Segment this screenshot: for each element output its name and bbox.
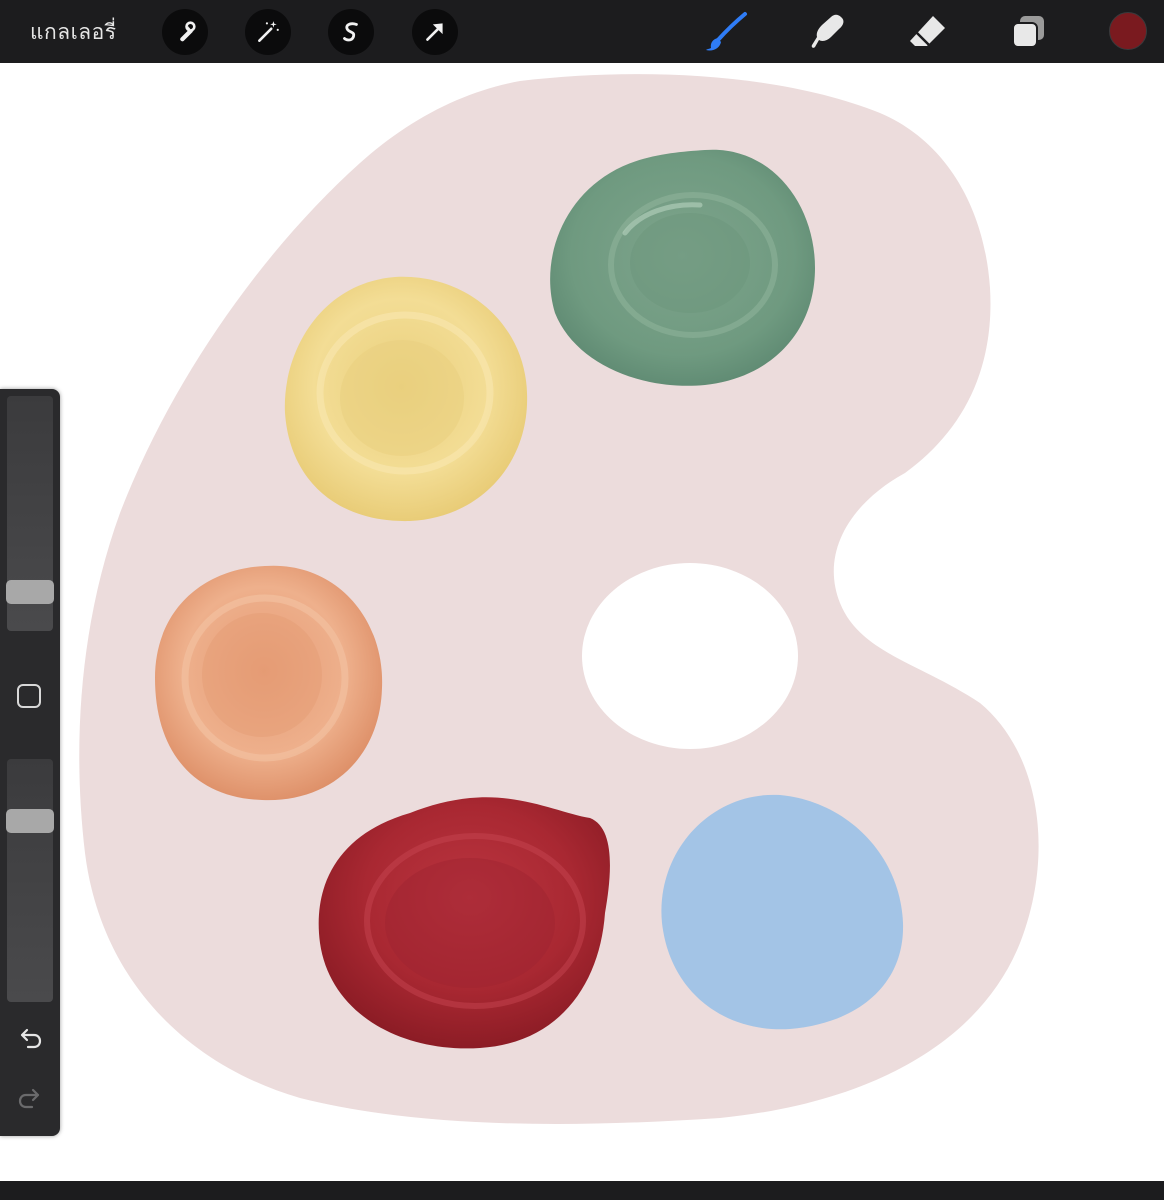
opacity-slider[interactable] — [6, 759, 54, 1002]
layers-button[interactable] — [1004, 8, 1052, 56]
bottom-strip — [0, 1181, 1164, 1200]
layers-icon — [1012, 16, 1044, 48]
brush-size-slider[interactable] — [6, 396, 54, 631]
undo-icon — [20, 1028, 42, 1049]
opacity-thumb[interactable] — [6, 809, 54, 833]
brush-icon — [706, 12, 747, 51]
palette-artwork — [79, 74, 1039, 1124]
top-toolbar: แกลเลอรี่ — [0, 0, 1164, 64]
magic-wand-icon — [258, 21, 279, 42]
transform-arrow-icon — [426, 23, 443, 41]
undo-button[interactable] — [14, 1023, 46, 1055]
color-picker-button[interactable] — [1109, 12, 1147, 50]
modify-square-icon[interactable] — [17, 684, 41, 708]
eraser-icon — [910, 16, 945, 46]
actions-button[interactable] — [162, 9, 208, 55]
orange-paint-blob — [155, 565, 383, 801]
smudge-icon — [811, 14, 844, 48]
smudge-button[interactable] — [804, 8, 852, 56]
adjustments-button[interactable] — [245, 9, 291, 55]
yellow-paint-blob — [284, 276, 528, 522]
selection-button[interactable] — [328, 9, 374, 55]
brush-button[interactable] — [703, 8, 751, 56]
transform-button[interactable] — [412, 9, 458, 55]
eraser-button[interactable] — [904, 8, 952, 56]
palette-thumb-hole — [582, 563, 798, 749]
drawing-canvas[interactable] — [0, 63, 1164, 1181]
gallery-button[interactable]: แกลเลอรี่ — [30, 16, 117, 49]
wrench-icon — [180, 21, 196, 42]
sidebar — [0, 389, 60, 1136]
selection-icon — [343, 22, 358, 42]
brush-size-thumb[interactable] — [6, 580, 54, 604]
redo-button[interactable] — [14, 1083, 46, 1115]
redo-icon — [18, 1088, 40, 1109]
